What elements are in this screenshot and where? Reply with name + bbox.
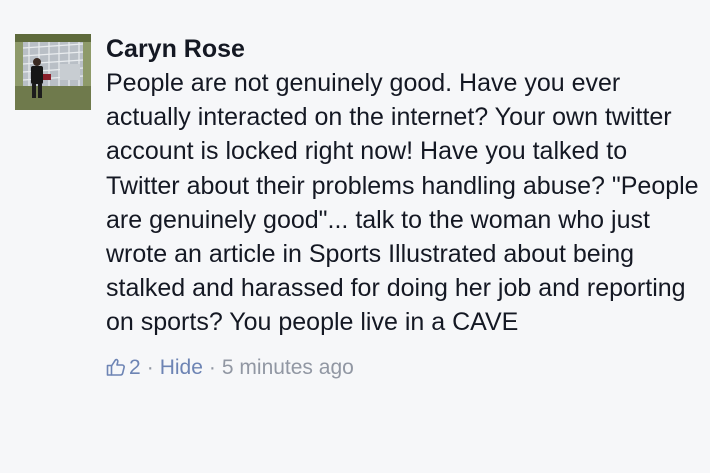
thumbs-up-icon[interactable] [106,357,126,377]
avatar-photo [15,34,91,110]
separator: · [208,355,216,379]
comment-actions: 2 · Hide · 5 minutes ago [106,354,705,382]
comment-content: Caryn Rose People are not genuinely good… [106,34,705,382]
comment-text: People are not genuinely good. Have you … [106,69,699,337]
avatar[interactable] [15,34,91,110]
separator: · [146,355,154,379]
like-count[interactable]: 2 [129,354,141,382]
hide-link[interactable]: Hide [160,354,203,382]
comment-author[interactable]: Caryn Rose [106,32,245,66]
comment-timestamp[interactable]: 5 minutes ago [222,354,354,382]
